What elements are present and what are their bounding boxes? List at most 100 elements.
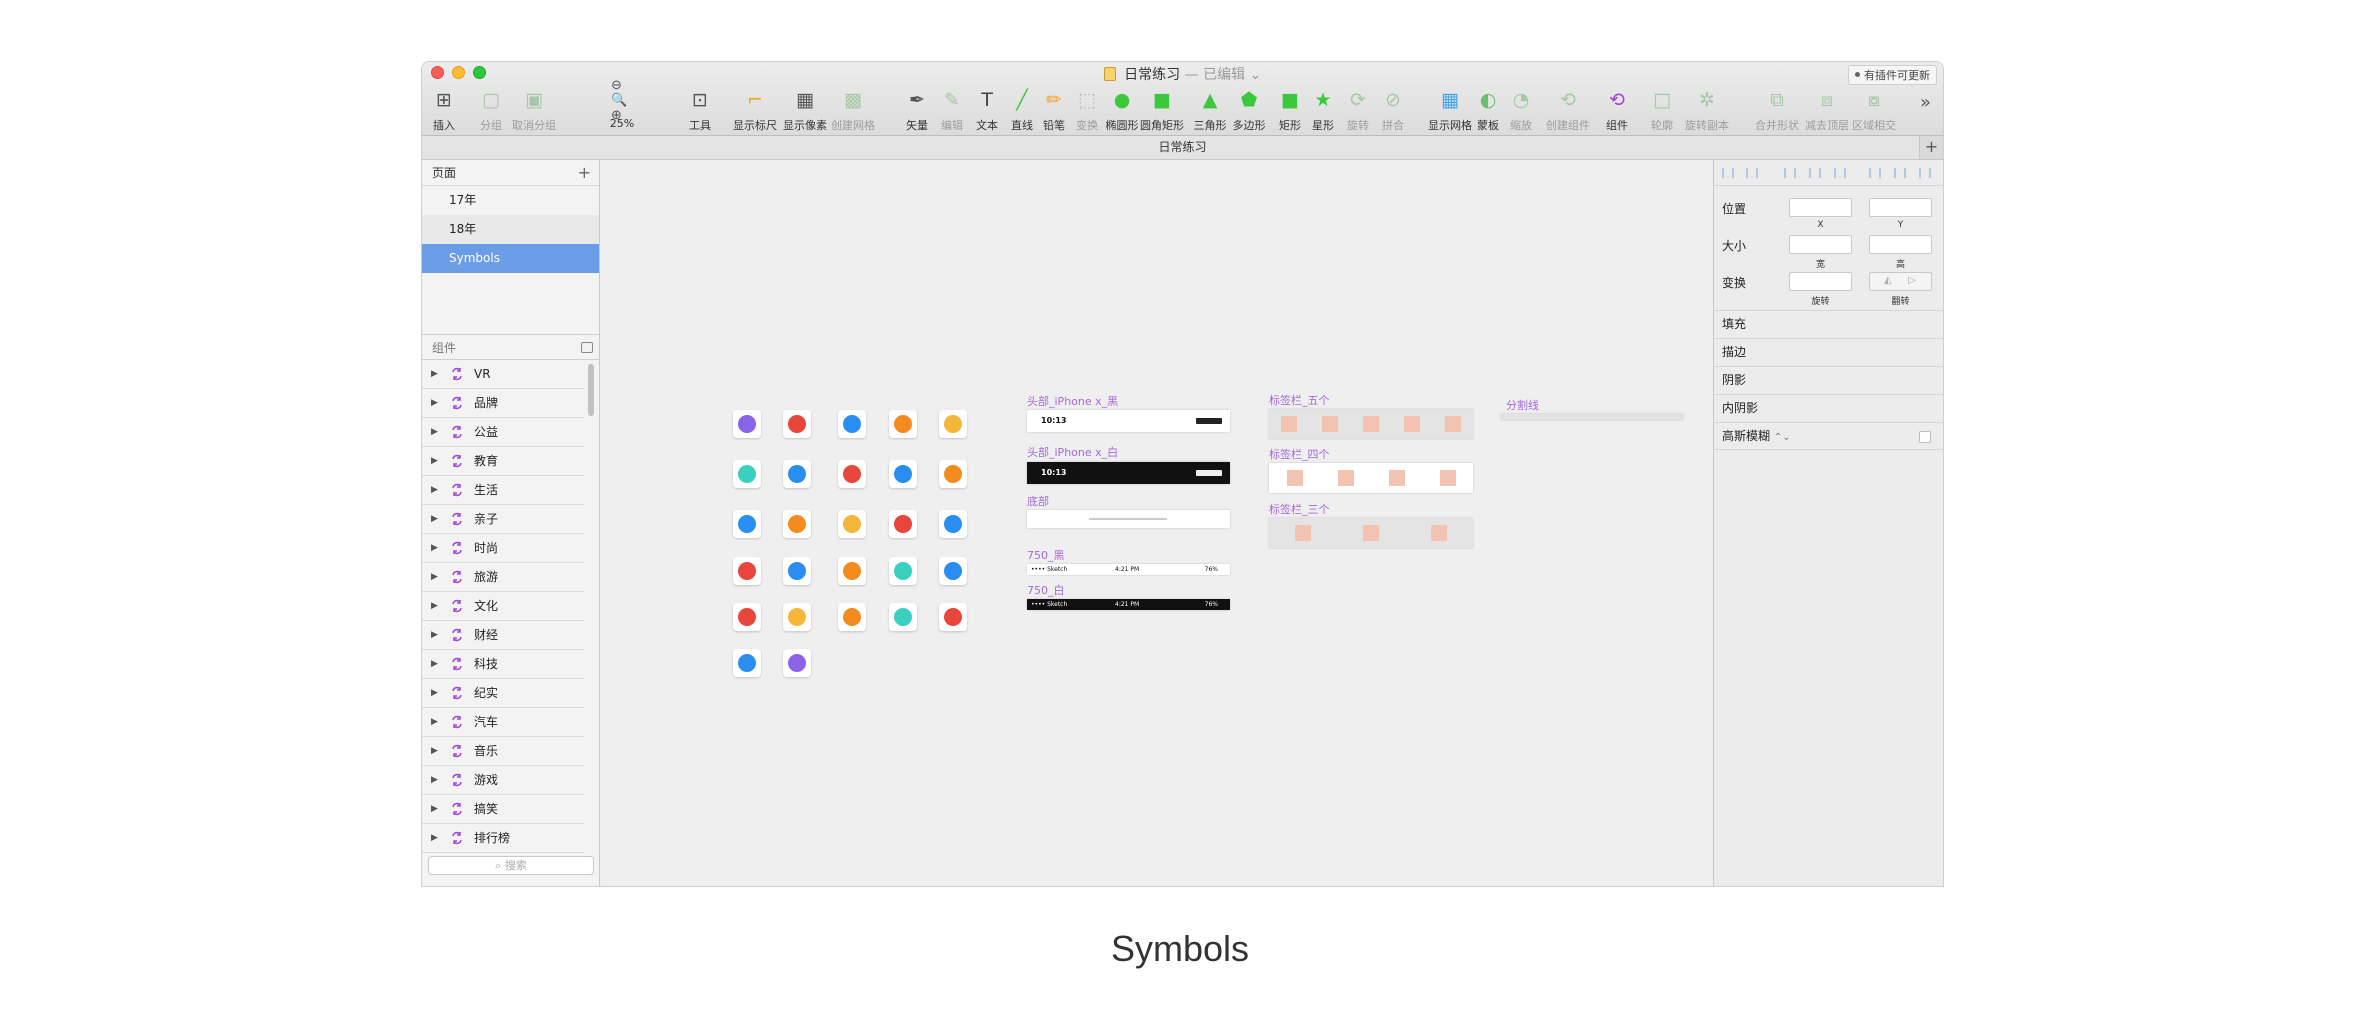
toolbar-rulers-button[interactable]: ⌐ 显示标尺 bbox=[733, 86, 777, 134]
toolbar-join-button[interactable]: ⊘ 拼合 bbox=[1373, 86, 1413, 134]
toolbar-triangle-button[interactable]: ▲ 三角形 bbox=[1190, 86, 1230, 134]
symbol-icon-tile[interactable] bbox=[733, 510, 761, 538]
toolbar-insert-button[interactable]: ⊞ 插入 bbox=[424, 86, 464, 134]
collapse-icon[interactable] bbox=[581, 342, 593, 353]
artboard-label-750-black[interactable]: 750_黑 bbox=[1027, 547, 1065, 563]
symbol-icon-tile[interactable] bbox=[889, 603, 917, 631]
symbol-icon-tile[interactable] bbox=[939, 460, 967, 488]
component-item[interactable]: ▶ 生活 bbox=[422, 476, 584, 505]
artboard-label-tabbar-5[interactable]: 标签栏_五个 bbox=[1269, 392, 1330, 408]
toolbar-polygon-button[interactable]: ⬟ 多边形 bbox=[1229, 86, 1269, 134]
search-input[interactable]: ⌕ 搜索 bbox=[428, 856, 594, 875]
symbol-icon-tile[interactable] bbox=[783, 460, 811, 488]
disclosure-triangle-icon[interactable]: ▶ bbox=[431, 389, 438, 418]
toolbar-pixels-button[interactable]: ▦ 显示像素 bbox=[783, 86, 827, 134]
symbol-icon-tile[interactable] bbox=[838, 460, 866, 488]
width-field[interactable] bbox=[1789, 235, 1852, 254]
border-section[interactable]: 描边 bbox=[1714, 338, 1943, 366]
symbol-icon-tile[interactable] bbox=[783, 649, 811, 677]
symbol-icon-tile[interactable] bbox=[733, 460, 761, 488]
component-item[interactable]: ▶ 公益 bbox=[422, 418, 584, 447]
symbol-icon-tile[interactable] bbox=[783, 557, 811, 585]
component-item[interactable]: ▶ 音乐 bbox=[422, 737, 584, 766]
symbol-icon-tile[interactable] bbox=[783, 410, 811, 438]
symbol-icon-tile[interactable] bbox=[889, 510, 917, 538]
blur-type-stepper-icon[interactable]: ⌃⌄ bbox=[1774, 432, 1791, 443]
artboard-label-footer[interactable]: 底部 bbox=[1027, 493, 1049, 509]
align-middle-icon[interactable] bbox=[1894, 168, 1906, 178]
disclosure-triangle-icon[interactable]: ▶ bbox=[431, 824, 438, 853]
symbol-icon-tile[interactable] bbox=[889, 460, 917, 488]
disclosure-triangle-icon[interactable]: ▶ bbox=[431, 621, 438, 650]
blur-section[interactable]: 高斯模糊 ⌃⌄ bbox=[1714, 422, 1943, 450]
symbol-icon-tile[interactable] bbox=[838, 557, 866, 585]
toolbar-rotatecopies-button[interactable]: ✲ 旋转副本 bbox=[1685, 86, 1729, 134]
component-item[interactable]: ▶ 品牌 bbox=[422, 389, 584, 418]
disclosure-triangle-icon[interactable]: ▶ bbox=[431, 679, 438, 708]
symbol-icon-tile[interactable] bbox=[889, 410, 917, 438]
rotate-field[interactable] bbox=[1789, 272, 1852, 291]
toolbar-scale-button[interactable]: ◔ 缩放 bbox=[1501, 86, 1541, 134]
toolbar-tools-button[interactable]: ⊡ 工具 bbox=[680, 86, 720, 134]
symbol-icon-tile[interactable] bbox=[838, 510, 866, 538]
toolbar-star-button[interactable]: ★ 星形 bbox=[1303, 86, 1343, 134]
align-left-icon[interactable] bbox=[1784, 168, 1796, 178]
page-item[interactable]: Symbols bbox=[422, 244, 599, 273]
disclosure-triangle-icon[interactable]: ▶ bbox=[431, 650, 438, 679]
chevron-down-icon[interactable]: ⌄ bbox=[1250, 67, 1262, 83]
distribute-v-icon[interactable] bbox=[1746, 168, 1758, 178]
add-tab-button[interactable]: + bbox=[1919, 136, 1943, 159]
tab-document[interactable]: 日常练习 bbox=[1158, 140, 1206, 154]
artboard-label-tabbar-4[interactable]: 标签栏_四个 bbox=[1269, 446, 1330, 462]
y-field[interactable] bbox=[1869, 198, 1932, 217]
height-field[interactable] bbox=[1869, 235, 1932, 254]
artboard-label-header-white[interactable]: 头部_iPhone x_白 bbox=[1027, 444, 1118, 460]
component-item[interactable]: ▶ 纪实 bbox=[422, 679, 584, 708]
component-item[interactable]: ▶ 文化 bbox=[422, 592, 584, 621]
artboard-750-white[interactable]: •••• Sketch 4:21 PM 76% bbox=[1027, 599, 1230, 610]
toolbar-group-button[interactable]: ▢ 分组 bbox=[471, 86, 511, 134]
artboard-footer[interactable] bbox=[1027, 510, 1230, 528]
symbol-icon-tile[interactable] bbox=[733, 410, 761, 438]
toolbar-oval-button[interactable]: ● 椭圆形 bbox=[1102, 86, 1142, 134]
disclosure-triangle-icon[interactable]: ▶ bbox=[431, 505, 438, 534]
flip-v-icon[interactable]: ▷ bbox=[1908, 275, 1916, 286]
page-item[interactable]: 18年 bbox=[422, 215, 599, 244]
artboard-label-750-white[interactable]: 750_白 bbox=[1027, 582, 1065, 598]
disclosure-triangle-icon[interactable]: ▶ bbox=[431, 592, 438, 621]
plugin-update-badge[interactable]: 有插件可更新 bbox=[1848, 65, 1937, 85]
symbol-icon-tile[interactable] bbox=[939, 410, 967, 438]
disclosure-triangle-icon[interactable]: ▶ bbox=[431, 534, 438, 563]
artboard-tabbar-4[interactable] bbox=[1269, 463, 1473, 493]
disclosure-triangle-icon[interactable]: ▶ bbox=[431, 476, 438, 505]
disclosure-triangle-icon[interactable]: ▶ bbox=[431, 737, 438, 766]
component-item[interactable]: ▶ 财经 bbox=[422, 621, 584, 650]
artboard-tabbar-5[interactable] bbox=[1269, 409, 1473, 439]
shadow-section[interactable]: 阴影 bbox=[1714, 366, 1943, 394]
flip-h-icon[interactable]: ◭ bbox=[1884, 275, 1892, 286]
toolbar-ungroup-button[interactable]: ▣ 取消分组 bbox=[512, 86, 556, 134]
toolbar-symbol-button[interactable]: ⟲ 组件 bbox=[1597, 86, 1637, 134]
toolbar-showgrid-button[interactable]: ▦ 显示网格 bbox=[1428, 86, 1472, 134]
symbol-icon-tile[interactable] bbox=[838, 603, 866, 631]
component-item[interactable]: ▶ 教育 bbox=[422, 447, 584, 476]
disclosure-triangle-icon[interactable]: ▶ bbox=[431, 360, 438, 389]
artboard-label-divider[interactable]: 分割线 bbox=[1506, 397, 1539, 413]
toolbar-createsymbol-button[interactable]: ⟲ 创建组件 bbox=[1546, 86, 1590, 134]
component-item[interactable]: ▶ VR bbox=[422, 360, 584, 389]
disclosure-triangle-icon[interactable]: ▶ bbox=[431, 708, 438, 737]
disclosure-triangle-icon[interactable]: ▶ bbox=[431, 447, 438, 476]
toolbar-rounded-button[interactable]: ■ 圆角矩形 bbox=[1140, 86, 1184, 134]
toolbar-union-button[interactable]: ⧉ 合并形状 bbox=[1755, 86, 1799, 134]
symbol-icon-tile[interactable] bbox=[783, 510, 811, 538]
symbol-icon-tile[interactable] bbox=[939, 557, 967, 585]
artboard-divider[interactable] bbox=[1501, 414, 1683, 420]
artboard-750-black[interactable]: •••• Sketch 4:21 PM 76% bbox=[1027, 564, 1230, 575]
artboard-header-black[interactable]: 10:13 bbox=[1027, 410, 1230, 432]
canvas[interactable]: 头部_iPhone x_黑 10:13 头部_iPhone x_白 10:13 … bbox=[601, 160, 1713, 886]
artboard-tabbar-3[interactable] bbox=[1269, 518, 1473, 548]
symbol-icon-tile[interactable] bbox=[838, 410, 866, 438]
blur-checkbox[interactable] bbox=[1919, 431, 1931, 443]
align-top-icon[interactable] bbox=[1869, 168, 1881, 178]
component-item[interactable]: ▶ 亲子 bbox=[422, 505, 584, 534]
